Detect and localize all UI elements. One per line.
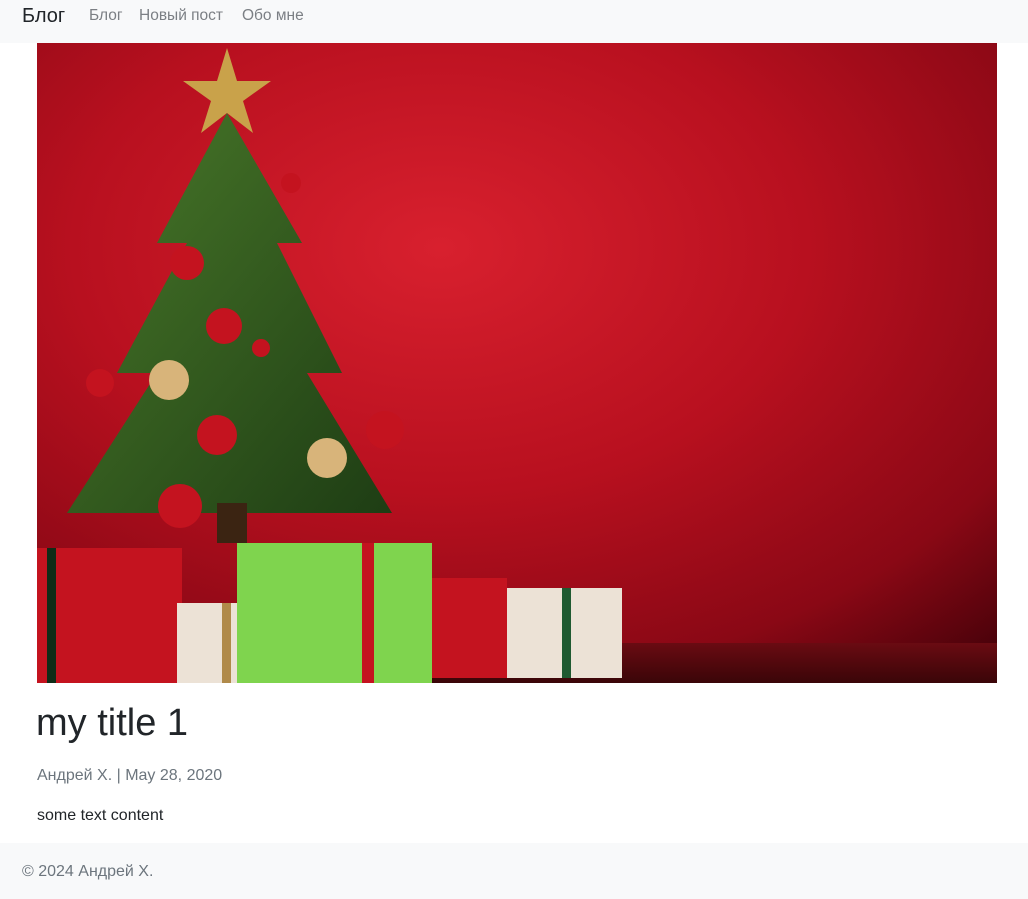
post-date: May 28, 2020 [125, 767, 223, 784]
navbar-brand[interactable]: Блог [22, 5, 65, 27]
nav-link-blog[interactable]: Блог [89, 7, 123, 25]
post-title: my title 1 [36, 702, 189, 744]
navbar: Блог Блог Новый пост Обо мне [0, 0, 1028, 43]
post-content: some text content [37, 807, 164, 824]
post-hero-image [37, 43, 997, 683]
post-author: Андрей Х. [37, 767, 113, 784]
meta-separator: | [116, 767, 121, 784]
christmas-tree-photo [37, 43, 997, 683]
post-meta: Андрей Х. | May 28, 2020 [37, 767, 222, 785]
nav-link-about[interactable]: Обо мне [242, 7, 304, 25]
nav-link-new-post[interactable]: Новый пост [139, 7, 223, 25]
footer-copyright: © 2024 Андрей Х. [22, 863, 154, 880]
footer [0, 843, 1028, 899]
